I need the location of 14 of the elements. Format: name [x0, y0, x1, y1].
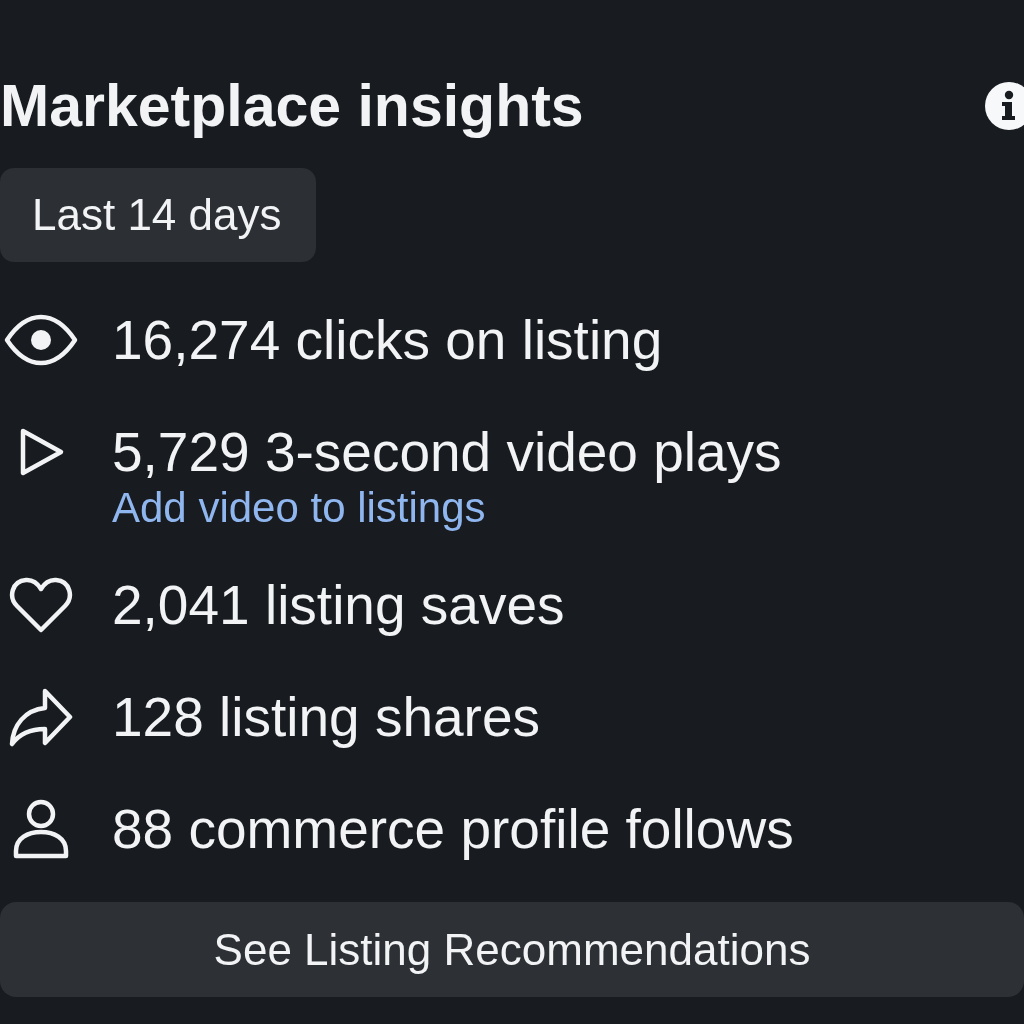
eye-icon: [4, 314, 78, 366]
info-icon[interactable]: [985, 82, 1024, 130]
recommendations-button[interactable]: See Listing Recommendations: [0, 902, 1024, 997]
add-video-link[interactable]: Add video to listings: [112, 486, 486, 530]
metric-label: 128 listing shares: [112, 687, 541, 747]
metric-label: 16,274 clicks on listing: [112, 310, 663, 370]
page-title: Marketplace insights: [0, 72, 584, 141]
metric-label: 5,729 3-second video plays: [112, 422, 782, 482]
share-icon: [9, 687, 73, 747]
metric-label: 2,041 listing saves: [112, 575, 565, 635]
metric-label: 88 commerce profile follows: [112, 799, 794, 859]
date-range-button[interactable]: Last 14 days: [0, 168, 316, 262]
person-icon: [12, 798, 70, 860]
heart-icon: [9, 576, 73, 634]
